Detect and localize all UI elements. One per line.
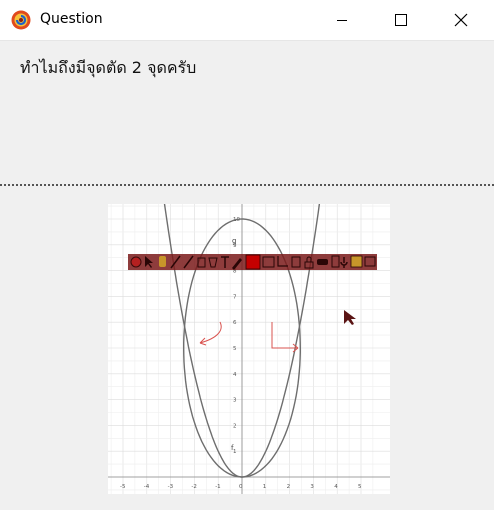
annotation-arrow-right: [271, 322, 299, 353]
x-tick-label: -1: [215, 484, 220, 490]
x-tick-label: 2: [287, 484, 291, 490]
x-tick-label: -2: [191, 484, 196, 490]
eraser-icon[interactable]: [317, 259, 328, 265]
x-tick-label: 5: [358, 484, 362, 490]
maximize-icon: [395, 14, 407, 26]
color-swatch-icon[interactable]: [245, 254, 261, 270]
title-bar: Question: [0, 0, 494, 41]
splitter-divider[interactable]: [0, 184, 494, 186]
x-tick-label: 4: [334, 484, 338, 490]
y-tick-label: 4: [233, 372, 237, 378]
window-title: Question: [40, 11, 103, 27]
y-tick-label: 6: [233, 320, 237, 326]
minimize-button[interactable]: [319, 0, 365, 40]
y-tick-label: 7: [233, 294, 237, 300]
y-tick-label: 3: [233, 398, 237, 404]
x-tick-label: -3: [168, 484, 174, 490]
minimize-icon: [337, 20, 347, 21]
y-tick-label: 2: [233, 423, 237, 429]
graph-grid: [108, 204, 390, 494]
maximize-button[interactable]: [378, 0, 424, 40]
close-icon: [454, 13, 468, 27]
graph-label-g: g: [232, 237, 236, 245]
mouse-cursor-icon: [344, 310, 356, 325]
x-tick-label: 1: [263, 484, 267, 490]
handwritten-annotations: [199, 321, 299, 353]
hand-icon[interactable]: [159, 256, 166, 267]
question-text: ทำไมถึงมีจุดตัด 2 จุดครับ: [20, 58, 197, 77]
x-tick-label: -5: [120, 484, 126, 490]
y-tick-label: 1: [233, 449, 237, 455]
record-icon[interactable]: [130, 256, 142, 268]
drawing-toolbar[interactable]: [128, 254, 377, 270]
x-tick-label: 3: [310, 484, 314, 490]
attached-graph-image: -5 -4 -3 -2 -1 0 1 2 3 4 5 1 2 3 4 5 6 7 8 9 10: [108, 204, 390, 494]
graph-axes: [108, 204, 390, 494]
close-button[interactable]: [438, 0, 484, 40]
app-logo-icon: [11, 10, 31, 30]
x-tick-label: -4: [144, 484, 150, 490]
gallery-icon[interactable]: [350, 255, 363, 268]
x-tick-label: 0: [239, 484, 243, 490]
y-tick-label: 5: [233, 346, 237, 352]
